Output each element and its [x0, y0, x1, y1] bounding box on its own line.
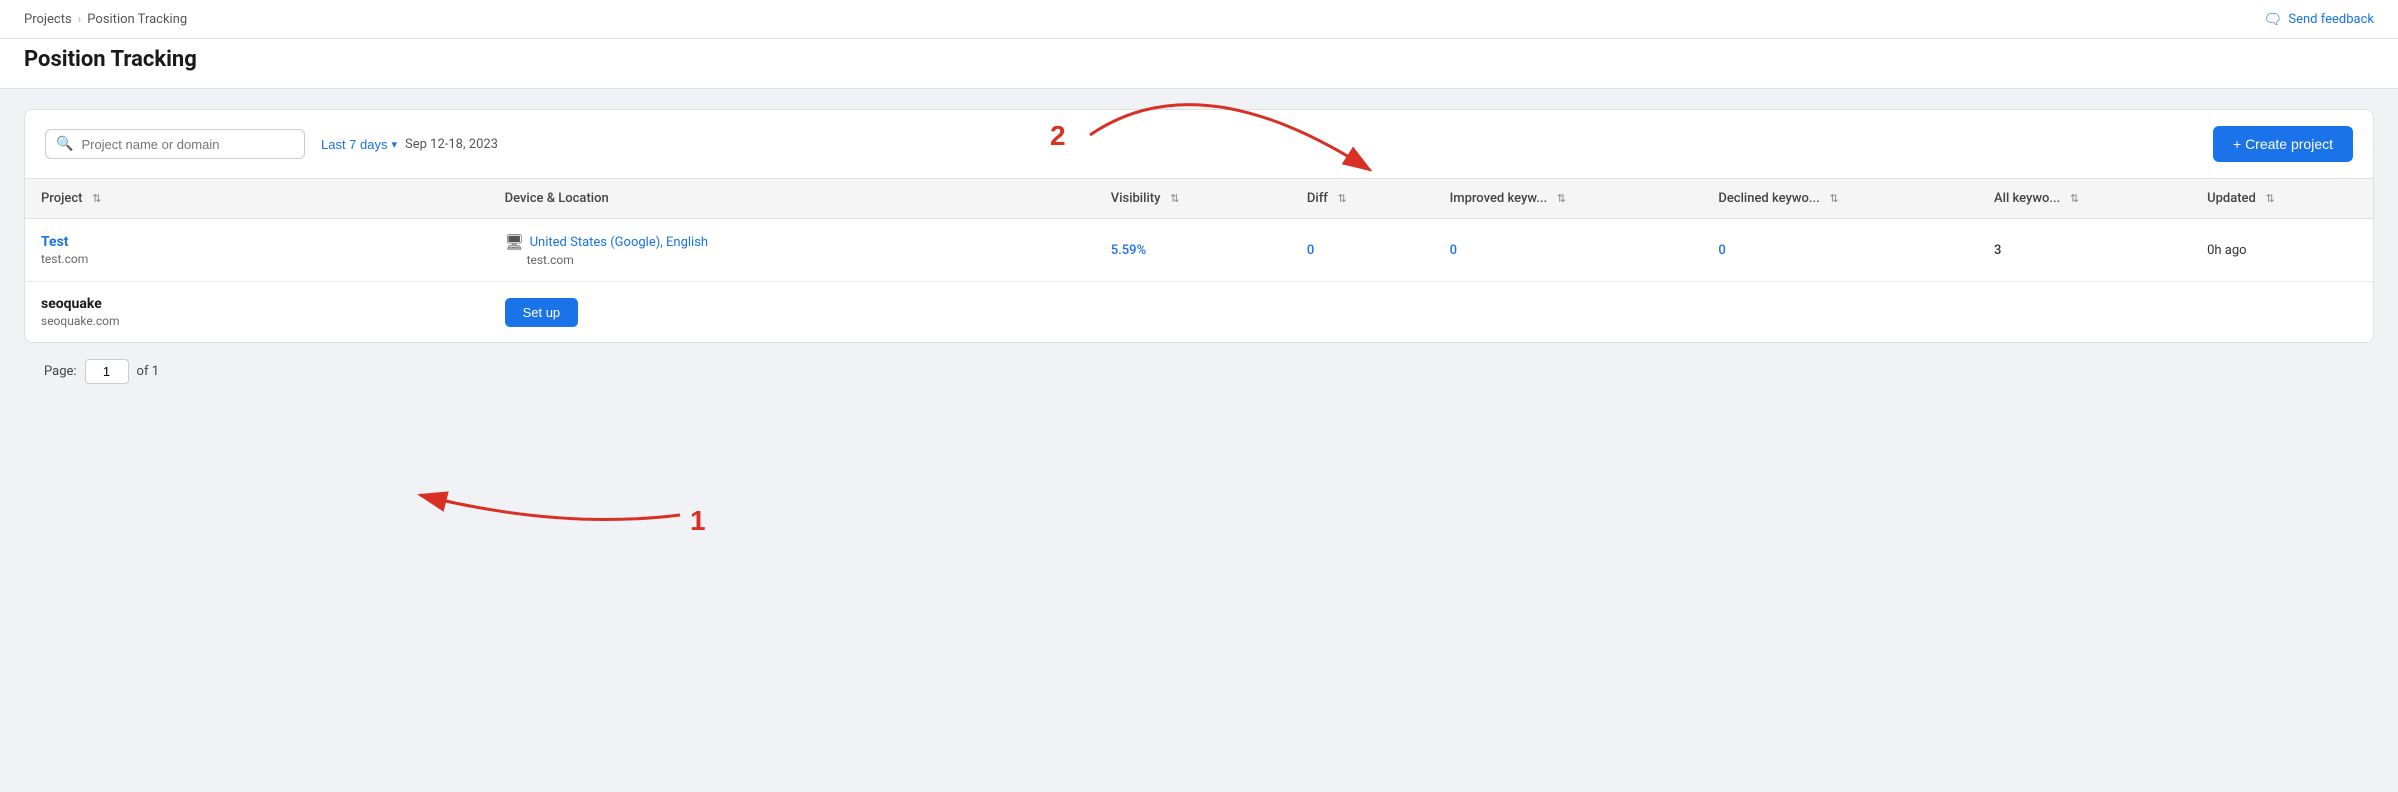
date-range-label: Last 7 days: [321, 137, 388, 152]
project-name-seoquake[interactable]: seoquake: [41, 296, 473, 312]
col-declined: Declined keywo... ⇅: [1702, 179, 1978, 219]
cell-project-2: seoquake seoquake.com: [25, 282, 489, 343]
breadcrumb-separator: ›: [78, 12, 82, 26]
declined-value-1: 0: [1718, 243, 1725, 258]
cell-diff-2: [1291, 282, 1434, 343]
page-input[interactable]: [85, 359, 129, 384]
cell-declined-2: [1702, 282, 1978, 343]
table-container: Project ⇅ Device & Location Visibility ⇅…: [24, 178, 2374, 343]
table-row: seoquake seoquake.com Set up: [25, 282, 2373, 343]
send-feedback-link[interactable]: 🗨 Send feedback: [2263, 10, 2374, 28]
setup-button[interactable]: Set up: [505, 298, 579, 327]
device-location-link[interactable]: United States (Google), English: [530, 235, 708, 250]
create-project-label: + Create project: [2233, 136, 2333, 152]
project-name-test[interactable]: Test: [41, 234, 473, 250]
svg-text:1: 1: [690, 505, 706, 536]
cell-diff-1: 0: [1291, 219, 1434, 282]
col-device: Device & Location: [489, 179, 1095, 219]
visibility-value-1: 5.59%: [1111, 243, 1146, 258]
table-row: Test test.com 🖥 United States (Google), …: [25, 219, 2373, 282]
breadcrumb: Projects › Position Tracking: [24, 12, 187, 27]
col-visibility: Visibility ⇅: [1095, 179, 1291, 219]
allkeywords-value-1: 3: [1994, 243, 2001, 258]
search-box[interactable]: 🔍: [45, 129, 305, 159]
feedback-icon: 🗨: [2263, 10, 2282, 28]
page-header: Position Tracking: [0, 39, 2398, 89]
toolbar: 🔍 Last 7 days ▾ Sep 12-18, 2023 + Create…: [24, 109, 2374, 178]
sort-icon-updated[interactable]: ⇅: [2263, 192, 2277, 206]
page-label: Page:: [44, 364, 77, 379]
cell-improved-2: [1434, 282, 1703, 343]
table-header-row: Project ⇅ Device & Location Visibility ⇅…: [25, 179, 2373, 219]
date-filter: Last 7 days ▾ Sep 12-18, 2023: [321, 137, 498, 152]
sort-icon-diff[interactable]: ⇅: [1335, 192, 1349, 206]
of-label: of 1: [137, 364, 159, 379]
project-domain-seoquake: seoquake.com: [41, 314, 473, 328]
breadcrumb-projects[interactable]: Projects: [24, 12, 72, 27]
create-project-button[interactable]: + Create project: [2213, 126, 2353, 162]
data-table: Project ⇅ Device & Location Visibility ⇅…: [25, 179, 2373, 342]
cell-device-2: Set up: [489, 282, 1095, 343]
cell-updated-2: [2191, 282, 2373, 343]
breadcrumb-current: Position Tracking: [87, 12, 187, 27]
sort-icon-improved[interactable]: ⇅: [1554, 192, 1568, 206]
pagination: Page: of 1: [24, 343, 2374, 400]
cell-device-1: 🖥 United States (Google), English test.c…: [489, 219, 1095, 282]
diff-value-1: 0: [1307, 243, 1314, 258]
cell-declined-1: 0: [1702, 219, 1978, 282]
cell-allkeywords-2: [1978, 282, 2191, 343]
col-allkeywords: All keywo... ⇅: [1978, 179, 2191, 219]
sort-icon-visibility[interactable]: ⇅: [1168, 192, 1182, 206]
search-input[interactable]: [81, 137, 294, 152]
device-domain-1: test.com: [505, 253, 1079, 267]
date-range-value: Sep 12-18, 2023: [405, 137, 498, 152]
page-title: Position Tracking: [24, 47, 2374, 72]
col-updated: Updated ⇅: [2191, 179, 2373, 219]
col-improved: Improved keyw... ⇅: [1434, 179, 1703, 219]
cell-allkeywords-1: 3: [1978, 219, 2191, 282]
monitor-icon: 🖥: [505, 233, 524, 251]
col-diff: Diff ⇅: [1291, 179, 1434, 219]
col-project: Project ⇅: [25, 179, 489, 219]
project-domain-test: test.com: [41, 252, 473, 266]
main-content: 🔍 Last 7 days ▾ Sep 12-18, 2023 + Create…: [0, 89, 2398, 420]
date-range-button[interactable]: Last 7 days ▾: [321, 137, 397, 152]
send-feedback-label: Send feedback: [2288, 12, 2374, 27]
sort-icon-declined[interactable]: ⇅: [1827, 192, 1841, 206]
chevron-down-icon: ▾: [392, 138, 398, 151]
top-bar: Projects › Position Tracking 🗨 Send feed…: [0, 0, 2398, 39]
cell-visibility-2: [1095, 282, 1291, 343]
cell-improved-1: 0: [1434, 219, 1703, 282]
cell-project-1: Test test.com: [25, 219, 489, 282]
updated-value-1: 0h ago: [2207, 243, 2246, 258]
search-icon: 🔍: [56, 136, 73, 152]
cell-updated-1: 0h ago: [2191, 219, 2373, 282]
cell-visibility-1: 5.59%: [1095, 219, 1291, 282]
sort-icon-project[interactable]: ⇅: [90, 192, 104, 206]
improved-value-1: 0: [1450, 243, 1457, 258]
sort-icon-allkeywords[interactable]: ⇅: [2068, 192, 2082, 206]
